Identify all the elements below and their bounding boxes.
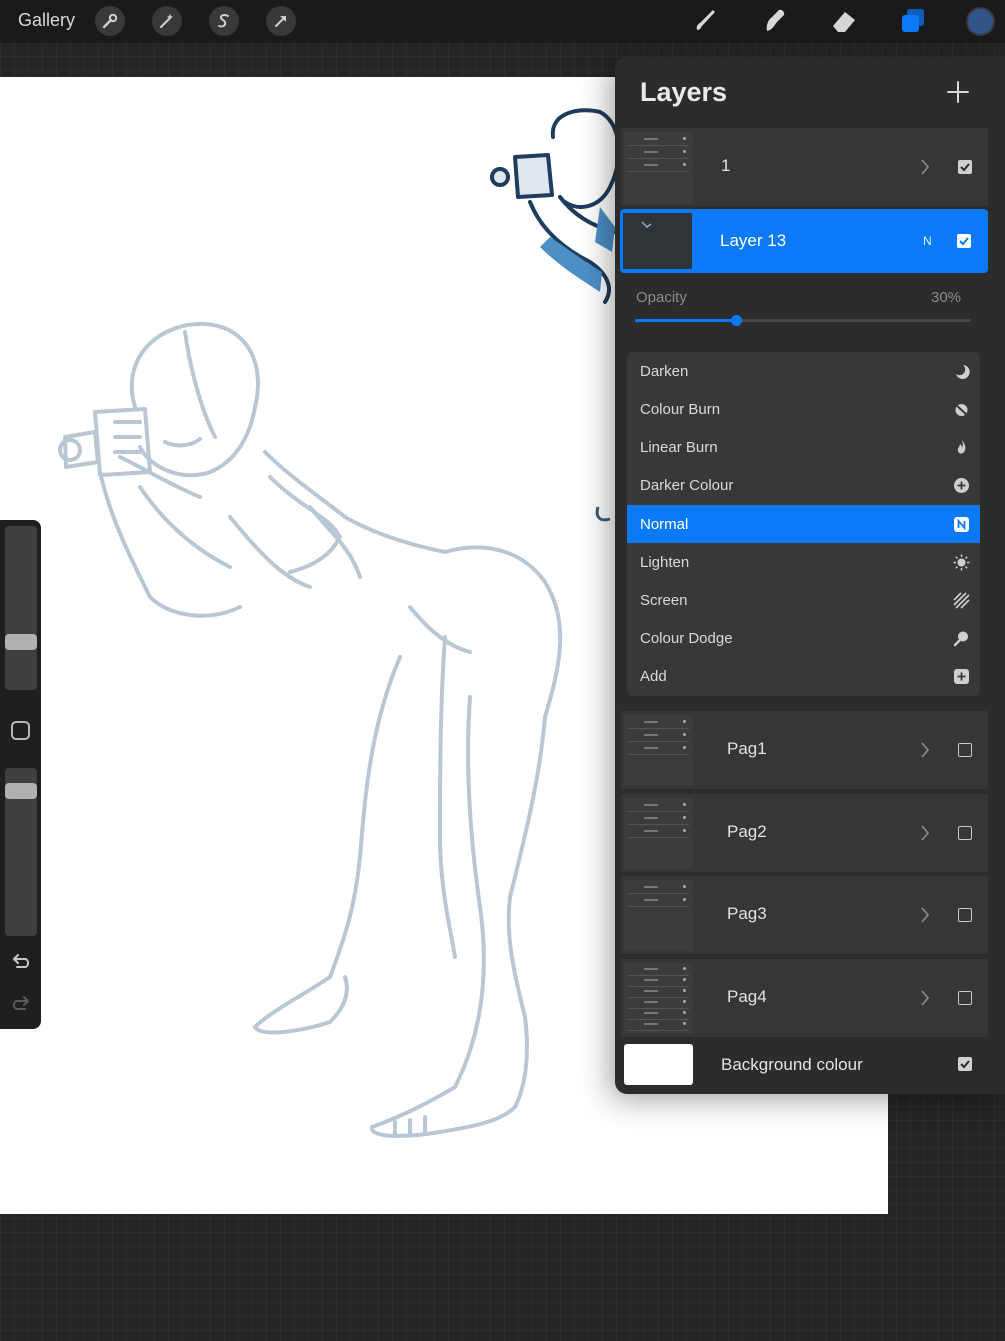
- smudge-icon[interactable]: [760, 6, 790, 36]
- blend-mode-list: Darken Colour Burn Linear Burn Darker Co…: [627, 352, 980, 696]
- visibility-checkbox[interactable]: [958, 160, 972, 174]
- plus-circle-icon: [954, 478, 969, 493]
- opacity-slider[interactable]: [635, 315, 971, 326]
- visibility-checkbox[interactable]: [958, 991, 972, 1005]
- blend-mode-linear-burn[interactable]: Linear Burn: [627, 428, 980, 466]
- redo-icon[interactable]: [10, 993, 32, 1015]
- moon-icon: [956, 365, 970, 379]
- blend-mode-normal[interactable]: Normal: [627, 505, 980, 543]
- blend-mode-lighten[interactable]: Lighten: [627, 543, 980, 581]
- blend-mode-add[interactable]: Add: [627, 657, 980, 695]
- chevron-right-icon[interactable]: [919, 157, 931, 177]
- plus-square-icon: [954, 669, 969, 684]
- chevron-right-icon[interactable]: [919, 823, 931, 843]
- layer-thumbnail: [624, 880, 693, 951]
- n-badge-icon: [954, 517, 969, 532]
- chevron-right-icon[interactable]: [919, 740, 931, 760]
- layer-row-pag4[interactable]: Pag4: [621, 959, 988, 1037]
- visibility-checkbox[interactable]: [957, 234, 971, 248]
- blend-mode-screen[interactable]: Screen: [627, 581, 980, 619]
- layer-name: Layer 13: [720, 231, 787, 250]
- chevron-right-icon[interactable]: [919, 905, 931, 925]
- layer-thumbnail: [624, 132, 693, 203]
- brush-size-slider[interactable]: [5, 526, 37, 690]
- transform-arrow-icon[interactable]: [266, 6, 296, 36]
- background-color-swatch[interactable]: [624, 1044, 693, 1085]
- opacity-label: Opacity: [636, 289, 687, 306]
- selection-icon[interactable]: [209, 6, 239, 36]
- layers-icon[interactable]: [898, 6, 928, 36]
- hatch-icon: [953, 592, 970, 609]
- layer-thumbnail: [624, 715, 693, 786]
- visibility-checkbox[interactable]: [958, 826, 972, 840]
- layer-row-pag1[interactable]: Pag1: [621, 711, 988, 789]
- opacity-slider-knob[interactable]: [730, 315, 742, 326]
- chevron-right-icon[interactable]: [919, 988, 931, 1008]
- gallery-button[interactable]: Gallery: [18, 10, 75, 31]
- visibility-checkbox[interactable]: [958, 908, 972, 922]
- brush-opacity-thumb[interactable]: [5, 783, 37, 800]
- flame-icon: [957, 440, 966, 454]
- magic-wand-icon[interactable]: [152, 6, 182, 36]
- modify-square-icon[interactable]: [11, 721, 30, 740]
- layer-thumbnail: [624, 963, 693, 1034]
- brush-icon[interactable]: [691, 6, 721, 36]
- layer-name: 1: [721, 156, 731, 175]
- add-layer-icon[interactable]: [945, 79, 971, 105]
- visibility-checkbox[interactable]: [958, 743, 972, 757]
- opacity-slider-fill: [635, 319, 736, 322]
- sun-icon: [953, 554, 970, 571]
- layer-name: Pag1: [727, 739, 767, 758]
- blend-mode-darker-colour[interactable]: Darker Colour: [627, 466, 980, 504]
- wrench-icon[interactable]: [95, 6, 125, 36]
- layer-row-background-colour[interactable]: Background colour: [621, 1041, 988, 1088]
- eraser-icon[interactable]: [829, 6, 859, 36]
- layer-row-group-1[interactable]: 1: [621, 128, 988, 206]
- layer-row-pag2[interactable]: Pag2: [621, 794, 988, 872]
- layer-name: Pag4: [727, 987, 767, 1006]
- layer-row-layer-13[interactable]: Layer 13 N: [620, 209, 988, 273]
- layer-name: Pag2: [727, 822, 767, 841]
- layer-thumbnail: [623, 213, 692, 269]
- layer-name: Pag3: [727, 904, 767, 923]
- layer-name: Background colour: [721, 1055, 863, 1074]
- top-toolbar: Gallery: [0, 0, 1005, 43]
- blend-mode-badge[interactable]: N: [923, 234, 932, 248]
- blend-mode-darken[interactable]: Darken: [627, 352, 980, 390]
- color-swatch[interactable]: [966, 7, 995, 36]
- blend-mode-colour-dodge[interactable]: Colour Dodge: [627, 619, 980, 657]
- blend-mode-colour-burn[interactable]: Colour Burn: [627, 390, 980, 428]
- dodge-icon: [953, 631, 968, 647]
- layers-panel: Layers 1 Layer 13 N Opacity 30% Darken C…: [615, 57, 1005, 1094]
- undo-icon[interactable]: [10, 951, 32, 973]
- visibility-checkbox[interactable]: [958, 1057, 972, 1071]
- opacity-value: 30%: [931, 289, 962, 306]
- burn-icon: [954, 403, 969, 417]
- layer-thumbnail: [624, 798, 693, 869]
- layer-row-pag3[interactable]: Pag3: [621, 876, 988, 954]
- left-sidebar: [0, 520, 41, 1029]
- panel-title: Layers: [640, 77, 728, 107]
- brush-size-thumb[interactable]: [5, 634, 37, 651]
